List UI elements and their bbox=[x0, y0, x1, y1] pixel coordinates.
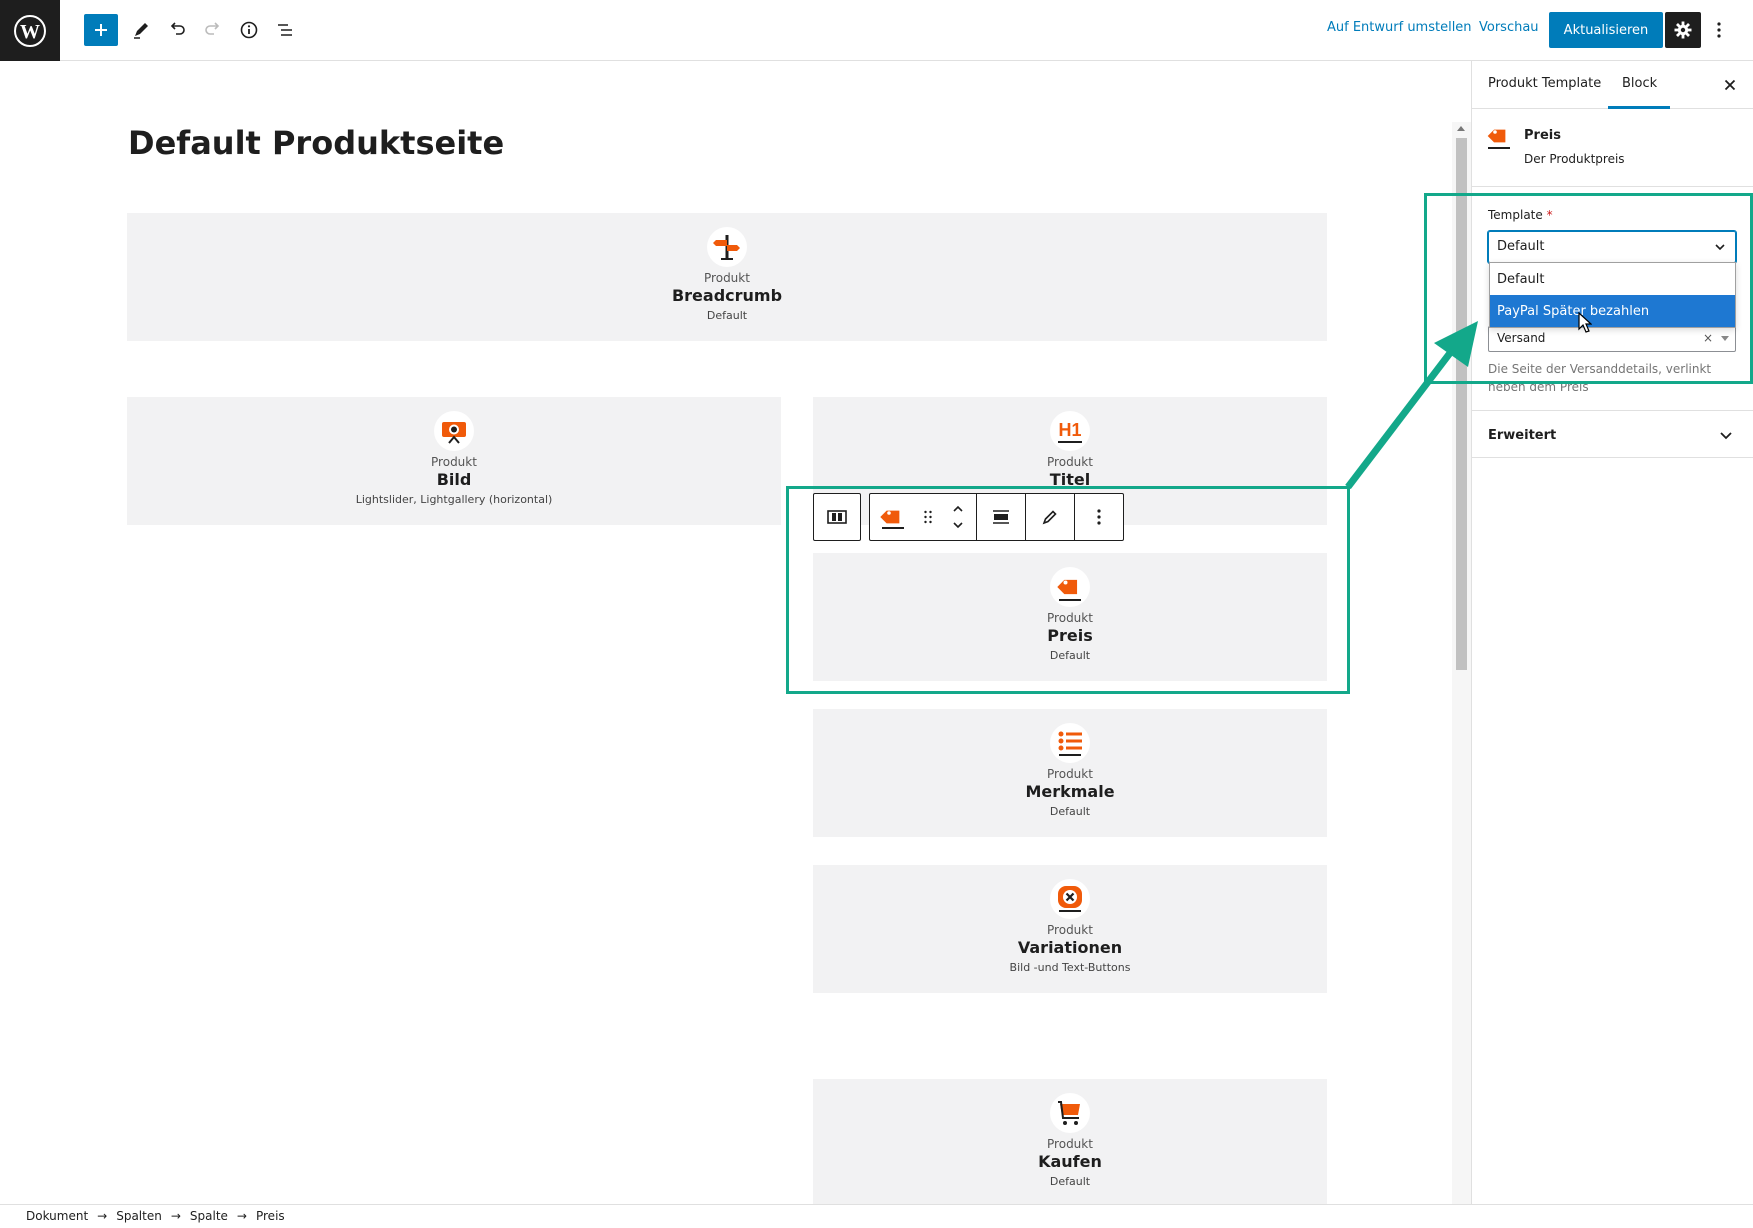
breadcrumb-separator: → bbox=[170, 1209, 181, 1223]
product-image-block[interactable]: Produkt Bild Lightslider, Lightgallery (… bbox=[127, 397, 781, 525]
close-icon bbox=[1724, 79, 1736, 91]
block-breadcrumb-bar: Dokument → Spalten → Spalte → Preis bbox=[0, 1204, 1753, 1228]
breadcrumb: Dokument → Spalten → Spalte → Preis bbox=[26, 1209, 285, 1223]
page-title[interactable]: Default Produktseite bbox=[128, 124, 504, 162]
advanced-panel-title: Erweitert bbox=[1488, 428, 1557, 443]
breadcrumb-item-spalte[interactable]: Spalte bbox=[190, 1209, 228, 1223]
chevron-down-icon bbox=[1720, 432, 1732, 440]
annotation-box-price bbox=[786, 486, 1350, 694]
details-button[interactable] bbox=[232, 14, 266, 46]
product-features-block[interactable]: Produkt Merkmale Default bbox=[813, 709, 1327, 837]
settings-button[interactable] bbox=[1665, 12, 1701, 48]
pencil-icon bbox=[134, 23, 148, 39]
breadcrumb-item-preis: Preis bbox=[255, 1209, 285, 1223]
block-card-title: Preis bbox=[1524, 128, 1561, 143]
breadcrumb-separator: → bbox=[236, 1209, 247, 1223]
block-card: Preis Der Produktpreis bbox=[1472, 109, 1753, 187]
editor-canvas: Default Produktseite Produkt Breadcrumb … bbox=[0, 61, 1471, 1204]
block-card-description: Der Produktpreis bbox=[1524, 152, 1625, 166]
product-buy-block[interactable]: Produkt Kaufen Default bbox=[813, 1079, 1327, 1204]
update-button[interactable]: Aktualisieren bbox=[1549, 12, 1663, 48]
more-vertical-icon bbox=[1717, 22, 1721, 38]
cart-icon bbox=[1050, 1093, 1090, 1133]
tab-block[interactable]: Block bbox=[1622, 76, 1657, 91]
list-view-icon bbox=[278, 24, 292, 36]
breadcrumb-item-spalten[interactable]: Spalten bbox=[116, 1209, 162, 1223]
switch-to-draft-button[interactable]: Auf Entwurf umstellen bbox=[1327, 20, 1472, 35]
preview-button[interactable]: Vorschau bbox=[1479, 20, 1539, 35]
redo-icon bbox=[205, 22, 220, 35]
camera-icon bbox=[434, 411, 474, 451]
editor-header: W Auf Entwurf umstellen Vorschau Aktuali… bbox=[0, 0, 1753, 61]
advanced-panel-toggle[interactable]: Erweitert bbox=[1472, 410, 1753, 458]
close-sidebar-button[interactable] bbox=[1718, 73, 1742, 97]
list-icon bbox=[1050, 723, 1090, 763]
wordpress-logo-icon[interactable]: W bbox=[0, 0, 60, 61]
scroll-up-icon[interactable] bbox=[1457, 126, 1465, 131]
undo-button[interactable] bbox=[160, 14, 194, 46]
product-variations-block[interactable]: Produkt Variationen Bild -und Text-Butto… bbox=[813, 865, 1327, 993]
undo-icon bbox=[170, 22, 185, 35]
price-tag-icon bbox=[1487, 129, 1510, 149]
mouse-cursor-icon bbox=[1578, 312, 1592, 333]
sidebar-tabs: Produkt Template Block bbox=[1472, 61, 1753, 109]
info-icon bbox=[240, 21, 258, 39]
breadcrumb-item-dokument[interactable]: Dokument bbox=[26, 1209, 88, 1223]
signpost-icon bbox=[707, 227, 747, 267]
gear-icon bbox=[1674, 21, 1692, 39]
add-block-button[interactable] bbox=[84, 14, 118, 46]
h1-icon: H1 bbox=[1050, 411, 1090, 451]
svg-text:W: W bbox=[20, 21, 40, 43]
annotation-arrow bbox=[1345, 321, 1478, 490]
options-button[interactable] bbox=[1707, 14, 1731, 46]
list-view-button[interactable] bbox=[268, 14, 302, 46]
plus-icon bbox=[95, 24, 107, 36]
product-breadcrumb-block[interactable]: Produkt Breadcrumb Default bbox=[127, 213, 1327, 341]
breadcrumb-separator: → bbox=[97, 1209, 108, 1223]
tab-produkt-template[interactable]: Produkt Template bbox=[1488, 76, 1601, 91]
variations-icon bbox=[1050, 879, 1090, 919]
tools-button[interactable] bbox=[124, 14, 158, 46]
svg-text:H1: H1 bbox=[1058, 420, 1081, 440]
redo-button[interactable] bbox=[196, 14, 230, 46]
